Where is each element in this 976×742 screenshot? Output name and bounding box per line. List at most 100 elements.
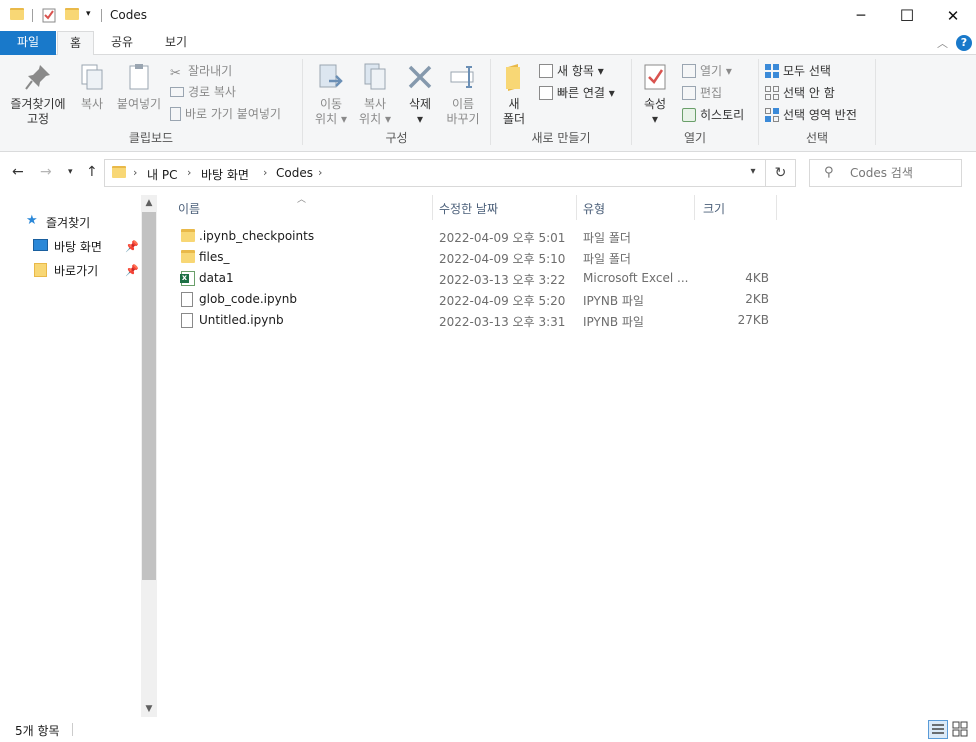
paste-shortcut-button[interactable]: 바로 가기 붙여넣기	[170, 104, 281, 124]
pin-to-quick-access-button[interactable]: 즐겨찾기에 고정	[6, 61, 70, 127]
chevron-right-icon[interactable]: ›	[318, 166, 322, 179]
search-input[interactable]: ⚲ Codes 검색	[809, 159, 962, 187]
divider[interactable]	[432, 195, 433, 220]
new-folder-button[interactable]: 새 폴더	[497, 61, 531, 127]
divider[interactable]	[576, 195, 577, 220]
column-header-modified[interactable]: 수정한 날짜	[439, 200, 498, 217]
desktop-icon	[33, 239, 48, 251]
easy-access-button[interactable]: 빠른 연결 ▾	[539, 83, 615, 103]
open-group-label: 열기	[683, 131, 707, 145]
ribbon-tabs: 파일 홈 공유 보기 ︿ ?	[0, 31, 976, 56]
help-icon[interactable]: ?	[956, 35, 972, 51]
folder-icon	[34, 263, 47, 277]
tab-view[interactable]: 보기	[153, 31, 199, 55]
table-row[interactable]: data1 2022-03-13 오후 3:22 Microsoft Excel…	[174, 268, 784, 289]
invert-selection-button[interactable]: 선택 영역 반전	[765, 105, 857, 125]
delete-button[interactable]: 삭제 ▾	[403, 61, 437, 127]
table-row[interactable]: .ipynb_checkpoints 2022-04-09 오후 5:01 파일…	[174, 226, 784, 247]
customize-toolbar-dropdown-icon[interactable]: ▾	[86, 9, 91, 19]
new-item-icon	[539, 63, 553, 78]
refresh-icon[interactable]: ↻	[766, 159, 796, 187]
properties-button[interactable]: 속성 ▾	[638, 61, 672, 127]
paste-button[interactable]: 붙여넣기	[112, 61, 166, 112]
sidebar-item-quick-access[interactable]: ★ 즐겨찾기	[26, 213, 90, 231]
excel-icon	[180, 271, 195, 286]
navigation-bar: ← → ▾ ↑ › 내 PC › 바탕 화면 › Codes › ▾ ↻ ⚲ C…	[0, 152, 976, 192]
select-none-button[interactable]: 선택 안 함	[765, 83, 835, 103]
column-header-type[interactable]: 유형	[583, 200, 605, 217]
file-type: Microsoft Excel ...	[583, 271, 689, 285]
large-icons-view-icon[interactable]	[951, 720, 971, 739]
copy-to-button[interactable]: 복사 위치 ▾	[353, 61, 397, 127]
chevron-right-icon[interactable]: ›	[133, 166, 137, 179]
history-button[interactable]: 히스토리	[682, 105, 744, 125]
tab-home[interactable]: 홈	[57, 31, 95, 56]
divider[interactable]	[694, 195, 695, 220]
tab-file[interactable]: 파일	[0, 31, 56, 55]
new-group: 새 폴더 새 항목 ▾ 빠른 연결 ▾ 새로 만들기	[491, 57, 631, 150]
copy-button[interactable]: 복사	[74, 61, 110, 112]
copy-path-button[interactable]: 경로 복사	[170, 82, 236, 102]
properties-check-icon[interactable]	[42, 7, 57, 26]
sidebar-item-desktop[interactable]: 바탕 화면	[33, 238, 102, 255]
forward-arrow-icon[interactable]: →	[40, 164, 52, 180]
file-name: data1	[199, 271, 234, 285]
rename-button[interactable]: 이름 바꾸기	[441, 61, 485, 127]
open-button[interactable]: 열기 ▾	[682, 61, 732, 81]
column-header-size[interactable]: 크기	[703, 200, 725, 217]
tab-share[interactable]: 공유	[99, 31, 145, 55]
back-arrow-icon[interactable]: ←	[12, 164, 24, 180]
open-icon	[682, 63, 696, 78]
file-list: ︿ 이름 수정한 날짜 유형 크기 .ipynb_checkpoints 202…	[158, 192, 976, 712]
pin-icon[interactable]: 📌	[125, 240, 139, 253]
table-row[interactable]: Untitled.ipynb 2022-03-13 오후 3:31 IPYNB …	[174, 310, 784, 331]
file-size: 27KB	[737, 313, 769, 327]
copy-path-icon	[170, 86, 184, 97]
breadcrumb-codes[interactable]: Codes	[276, 166, 313, 180]
file-modified: 2022-04-09 오후 5:01	[439, 231, 566, 245]
scrollbar-thumb[interactable]	[142, 212, 156, 580]
divider	[72, 723, 73, 736]
sort-ascending-icon: ︿	[297, 195, 307, 205]
sidebar-item-shortcuts[interactable]: 바로가기	[34, 262, 98, 279]
minimize-button[interactable]: ─	[838, 0, 884, 31]
file-name: glob_code.ipynb	[199, 292, 297, 306]
scroll-up-icon[interactable]: ▲	[141, 195, 157, 211]
star-icon: ★	[26, 213, 38, 228]
select-all-button[interactable]: 모두 선택	[765, 61, 831, 81]
address-bar[interactable]: › 내 PC › 바탕 화면 › Codes ›	[104, 159, 766, 187]
chevron-right-icon[interactable]: ›	[263, 166, 267, 179]
nav-pane-scrollbar[interactable]: ▲ ▼	[141, 195, 157, 717]
scroll-down-icon[interactable]: ▼	[141, 701, 157, 717]
file-icon	[181, 292, 193, 307]
file-type: IPYNB 파일	[583, 294, 644, 308]
file-size: 2KB	[745, 292, 769, 306]
edit-button[interactable]: 편집	[682, 83, 722, 103]
pin-icon[interactable]: 📌	[125, 264, 139, 277]
collapse-ribbon-icon[interactable]: ︿	[937, 35, 948, 51]
column-header-name[interactable]: 이름	[178, 200, 200, 217]
properties-icon	[639, 61, 671, 93]
cut-button[interactable]: ✂ 잘라내기	[170, 61, 232, 81]
clipboard-group-label: 클립보드	[128, 131, 174, 145]
maximize-button[interactable]: ☐	[884, 0, 930, 31]
new-item-button[interactable]: 새 항목 ▾	[539, 61, 604, 81]
recent-locations-chevron-down-icon[interactable]: ▾	[68, 167, 73, 177]
move-to-button[interactable]: 이동 위치 ▾	[309, 61, 353, 127]
close-button[interactable]: ✕	[930, 0, 976, 31]
select-none-icon	[765, 85, 779, 100]
folder-icon	[112, 166, 126, 181]
breadcrumb-this-pc[interactable]: 내 PC	[147, 166, 177, 183]
address-history-chevron-down-icon[interactable]: ▾	[740, 159, 766, 187]
table-row[interactable]: glob_code.ipynb 2022-04-09 오후 5:20 IPYNB…	[174, 289, 784, 310]
new-folder-quick-icon[interactable]	[65, 8, 79, 23]
details-view-icon[interactable]	[928, 720, 948, 739]
open-group: 속성 ▾ 열기 ▾ 편집 히스토리 열기	[632, 57, 758, 150]
divider	[875, 59, 876, 145]
divider[interactable]	[776, 195, 777, 220]
search-icon: ⚲	[824, 165, 834, 180]
chevron-right-icon[interactable]: ›	[187, 166, 191, 179]
breadcrumb-desktop[interactable]: 바탕 화면	[201, 166, 249, 183]
table-row[interactable]: files_ 2022-04-09 오후 5:10 파일 폴더	[174, 247, 784, 268]
up-arrow-icon[interactable]: ↑	[86, 164, 98, 180]
